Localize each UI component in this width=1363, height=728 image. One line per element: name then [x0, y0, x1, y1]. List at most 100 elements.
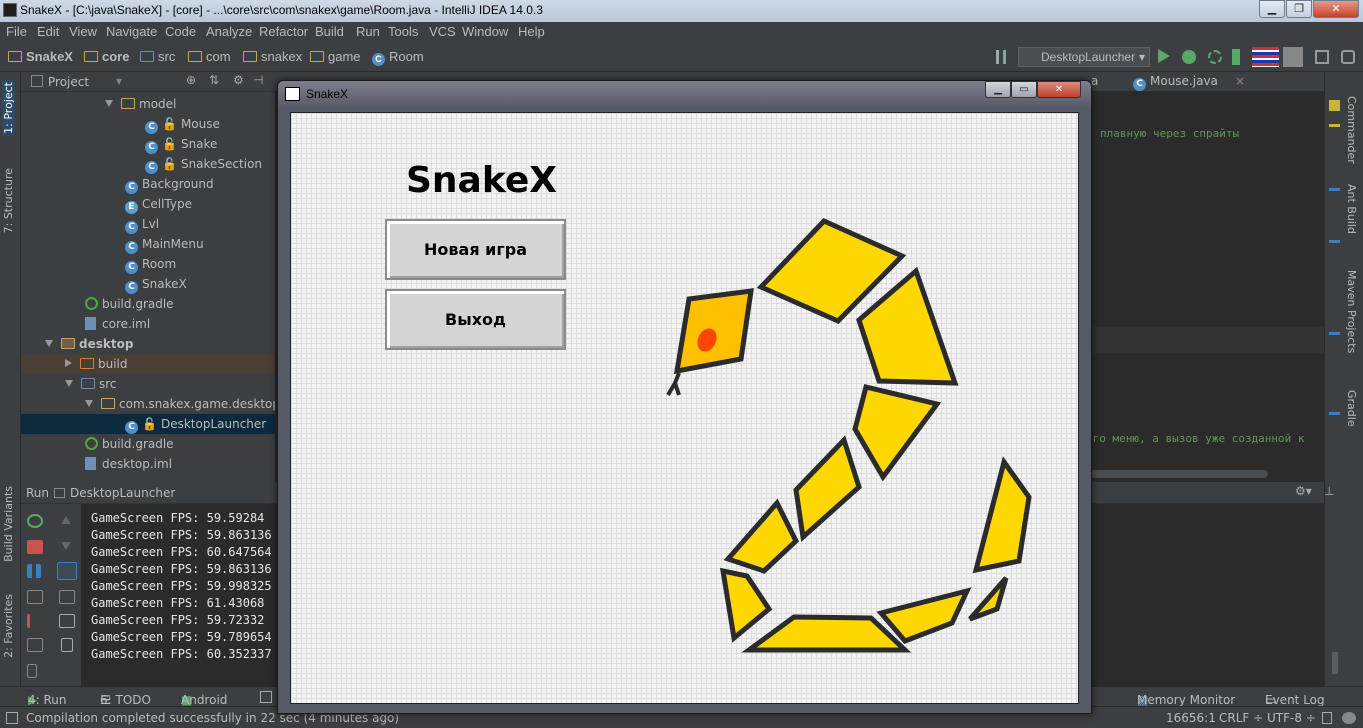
run-configuration-select[interactable]: DesktopLauncher ▾: [1018, 47, 1150, 67]
exit-icon[interactable]: [27, 614, 43, 628]
tab-build-variants[interactable]: Build Variants: [2, 486, 15, 562]
print-icon[interactable]: [59, 614, 75, 628]
breadcrumb-snakex[interactable]: SnakeX: [8, 49, 73, 64]
tree-item-snake[interactable]: C 🔓 Snake: [21, 134, 275, 154]
menu-window[interactable]: Window: [462, 24, 508, 39]
menu-view[interactable]: View: [69, 24, 97, 39]
status-toggle-icon[interactable]: [6, 712, 18, 724]
stop-icon[interactable]: [27, 540, 43, 554]
tree-item-build-gradle-desktop[interactable]: build.gradle: [21, 434, 275, 454]
device-monitor-icon[interactable]: [1252, 47, 1279, 67]
tree-item-build[interactable]: build: [21, 354, 275, 374]
gear-icon[interactable]: ⚙▾: [1295, 484, 1312, 498]
breadcrumb-snakex-pkg[interactable]: snakex: [243, 49, 302, 64]
project-structure-icon[interactable]: [1315, 50, 1329, 64]
collapse-all-icon[interactable]: ⇅: [209, 73, 219, 87]
debug-icon[interactable]: [1182, 50, 1196, 64]
android-run-icon[interactable]: [1232, 49, 1240, 65]
game-canvas[interactable]: SnakeX Новая игра Выход: [290, 112, 1079, 704]
camera-icon[interactable]: [27, 590, 43, 604]
tab-ant-build[interactable]: Ant Build: [1345, 184, 1358, 234]
horizontal-scrollbar[interactable]: [1090, 470, 1268, 478]
coverage-icon[interactable]: [1208, 50, 1222, 64]
tab-gradle[interactable]: Gradle: [1345, 390, 1358, 427]
menu-refactor[interactable]: Refactor: [259, 24, 308, 39]
pause-icon[interactable]: [27, 564, 41, 578]
tab-favorites[interactable]: 2: Favorites: [2, 594, 15, 658]
tab-commander[interactable]: Commander: [1345, 96, 1358, 164]
tab-run[interactable]: ▶ 4: Run: [22, 690, 67, 707]
project-panel-title[interactable]: Project: [48, 75, 89, 89]
breadcrumb-src[interactable]: src: [140, 49, 175, 64]
game-minimize-button[interactable]: ▁: [985, 81, 1011, 98]
tab-maven-projects[interactable]: Maven Projects: [1345, 270, 1358, 353]
lock-icon[interactable]: [1322, 712, 1332, 724]
terminal-icon[interactable]: [260, 691, 272, 703]
inspector-icon[interactable]: [1342, 712, 1356, 724]
tab-project[interactable]: 1: Project: [2, 80, 15, 136]
trash-icon[interactable]: [61, 638, 73, 652]
breadcrumb-core[interactable]: core: [84, 49, 129, 64]
close-icon[interactable]: ×: [1235, 74, 1245, 88]
menu-build[interactable]: Build: [315, 24, 344, 39]
hide-icon[interactable]: ⊥: [1324, 484, 1334, 498]
tree-item-background[interactable]: C Background: [21, 174, 275, 194]
menu-file[interactable]: File: [6, 24, 27, 39]
minimize-button[interactable]: ▁: [1259, 0, 1285, 18]
layout-icon[interactable]: [27, 638, 43, 652]
more-icon[interactable]: [27, 664, 37, 678]
menu-analyze[interactable]: Analyze: [206, 24, 252, 39]
menu-navigate[interactable]: Navigate: [106, 24, 157, 39]
down-arrow-icon[interactable]: [61, 542, 71, 550]
hide-icon[interactable]: ⊣: [253, 73, 263, 87]
tab-partial[interactable]: a: [1091, 74, 1098, 88]
tree-item-desktoplauncher[interactable]: C 🔓 DesktopLauncher: [21, 414, 275, 434]
tree-item-snakesection[interactable]: C 🔓 SnakeSection: [21, 154, 275, 174]
tree-item-room[interactable]: C Room: [21, 254, 275, 274]
tree-item-snakex[interactable]: C SnakeX: [21, 274, 275, 294]
scroll-to-end-icon[interactable]: [59, 590, 75, 604]
rerun-icon[interactable]: [27, 514, 43, 528]
game-maximize-button[interactable]: ▭: [1011, 81, 1037, 98]
game-close-button[interactable]: ✕: [1037, 81, 1081, 98]
breadcrumb-room[interactable]: C Room: [372, 49, 424, 66]
breadcrumb-com[interactable]: com: [188, 49, 231, 64]
caret-position[interactable]: 16656:1: [1166, 711, 1216, 725]
gear-icon[interactable]: ⚙: [233, 73, 244, 87]
tree-item-desktop[interactable]: desktop: [21, 334, 275, 354]
tree-item-src[interactable]: src: [21, 374, 275, 394]
tree-item-lvl[interactable]: C Lvl: [21, 214, 275, 234]
run-config-tab[interactable]: DesktopLauncher: [70, 486, 175, 500]
tree-item-celltype[interactable]: E CellType: [21, 194, 275, 214]
tree-item-core-iml[interactable]: core.iml: [21, 314, 275, 334]
game-window-titlebar[interactable]: SnakeX ▁ ▭ ✕: [278, 81, 1091, 107]
up-arrow-icon[interactable]: [61, 516, 71, 524]
tab-structure[interactable]: 7: Structure: [2, 168, 15, 233]
help-icon[interactable]: [1341, 50, 1355, 64]
breadcrumb-game[interactable]: game: [310, 49, 361, 64]
menu-edit[interactable]: Edit: [37, 24, 59, 39]
close-button[interactable]: ✕: [1313, 0, 1359, 18]
make-icon[interactable]: [996, 50, 1006, 64]
chevron-down-icon[interactable]: ▾: [116, 74, 122, 88]
tree-item-model[interactable]: model: [21, 94, 275, 114]
tree-item-mainmenu[interactable]: C MainMenu: [21, 234, 275, 254]
tree-item-desktop-iml[interactable]: desktop.iml: [21, 454, 275, 474]
menu-help[interactable]: Help: [518, 24, 545, 39]
line-separator[interactable]: CRLF ÷: [1219, 711, 1263, 725]
file-encoding[interactable]: UTF-8 ÷: [1267, 711, 1316, 725]
soft-wrap-icon[interactable]: [57, 562, 77, 580]
menu-vcs[interactable]: VCS: [429, 24, 456, 39]
scroll-from-source-icon[interactable]: ⊕: [186, 73, 196, 87]
run-icon[interactable]: [1158, 49, 1170, 63]
tree-item-build-gradle[interactable]: build.gradle: [21, 294, 275, 314]
tree-item-mouse[interactable]: C 🔓 Mouse: [21, 114, 275, 134]
tree-item-package-desktop[interactable]: com.snakex.game.desktop: [21, 394, 280, 414]
console-scrollbar[interactable]: [1332, 652, 1338, 674]
tab-mouse-java[interactable]: C Mouse.java: [1133, 74, 1218, 91]
menu-code[interactable]: Code: [165, 24, 196, 39]
maximize-button[interactable]: ❐: [1286, 0, 1312, 18]
menu-run[interactable]: Run: [356, 24, 380, 39]
menu-tools[interactable]: Tools: [388, 24, 418, 39]
sdk-manager-icon[interactable]: [1283, 47, 1303, 67]
